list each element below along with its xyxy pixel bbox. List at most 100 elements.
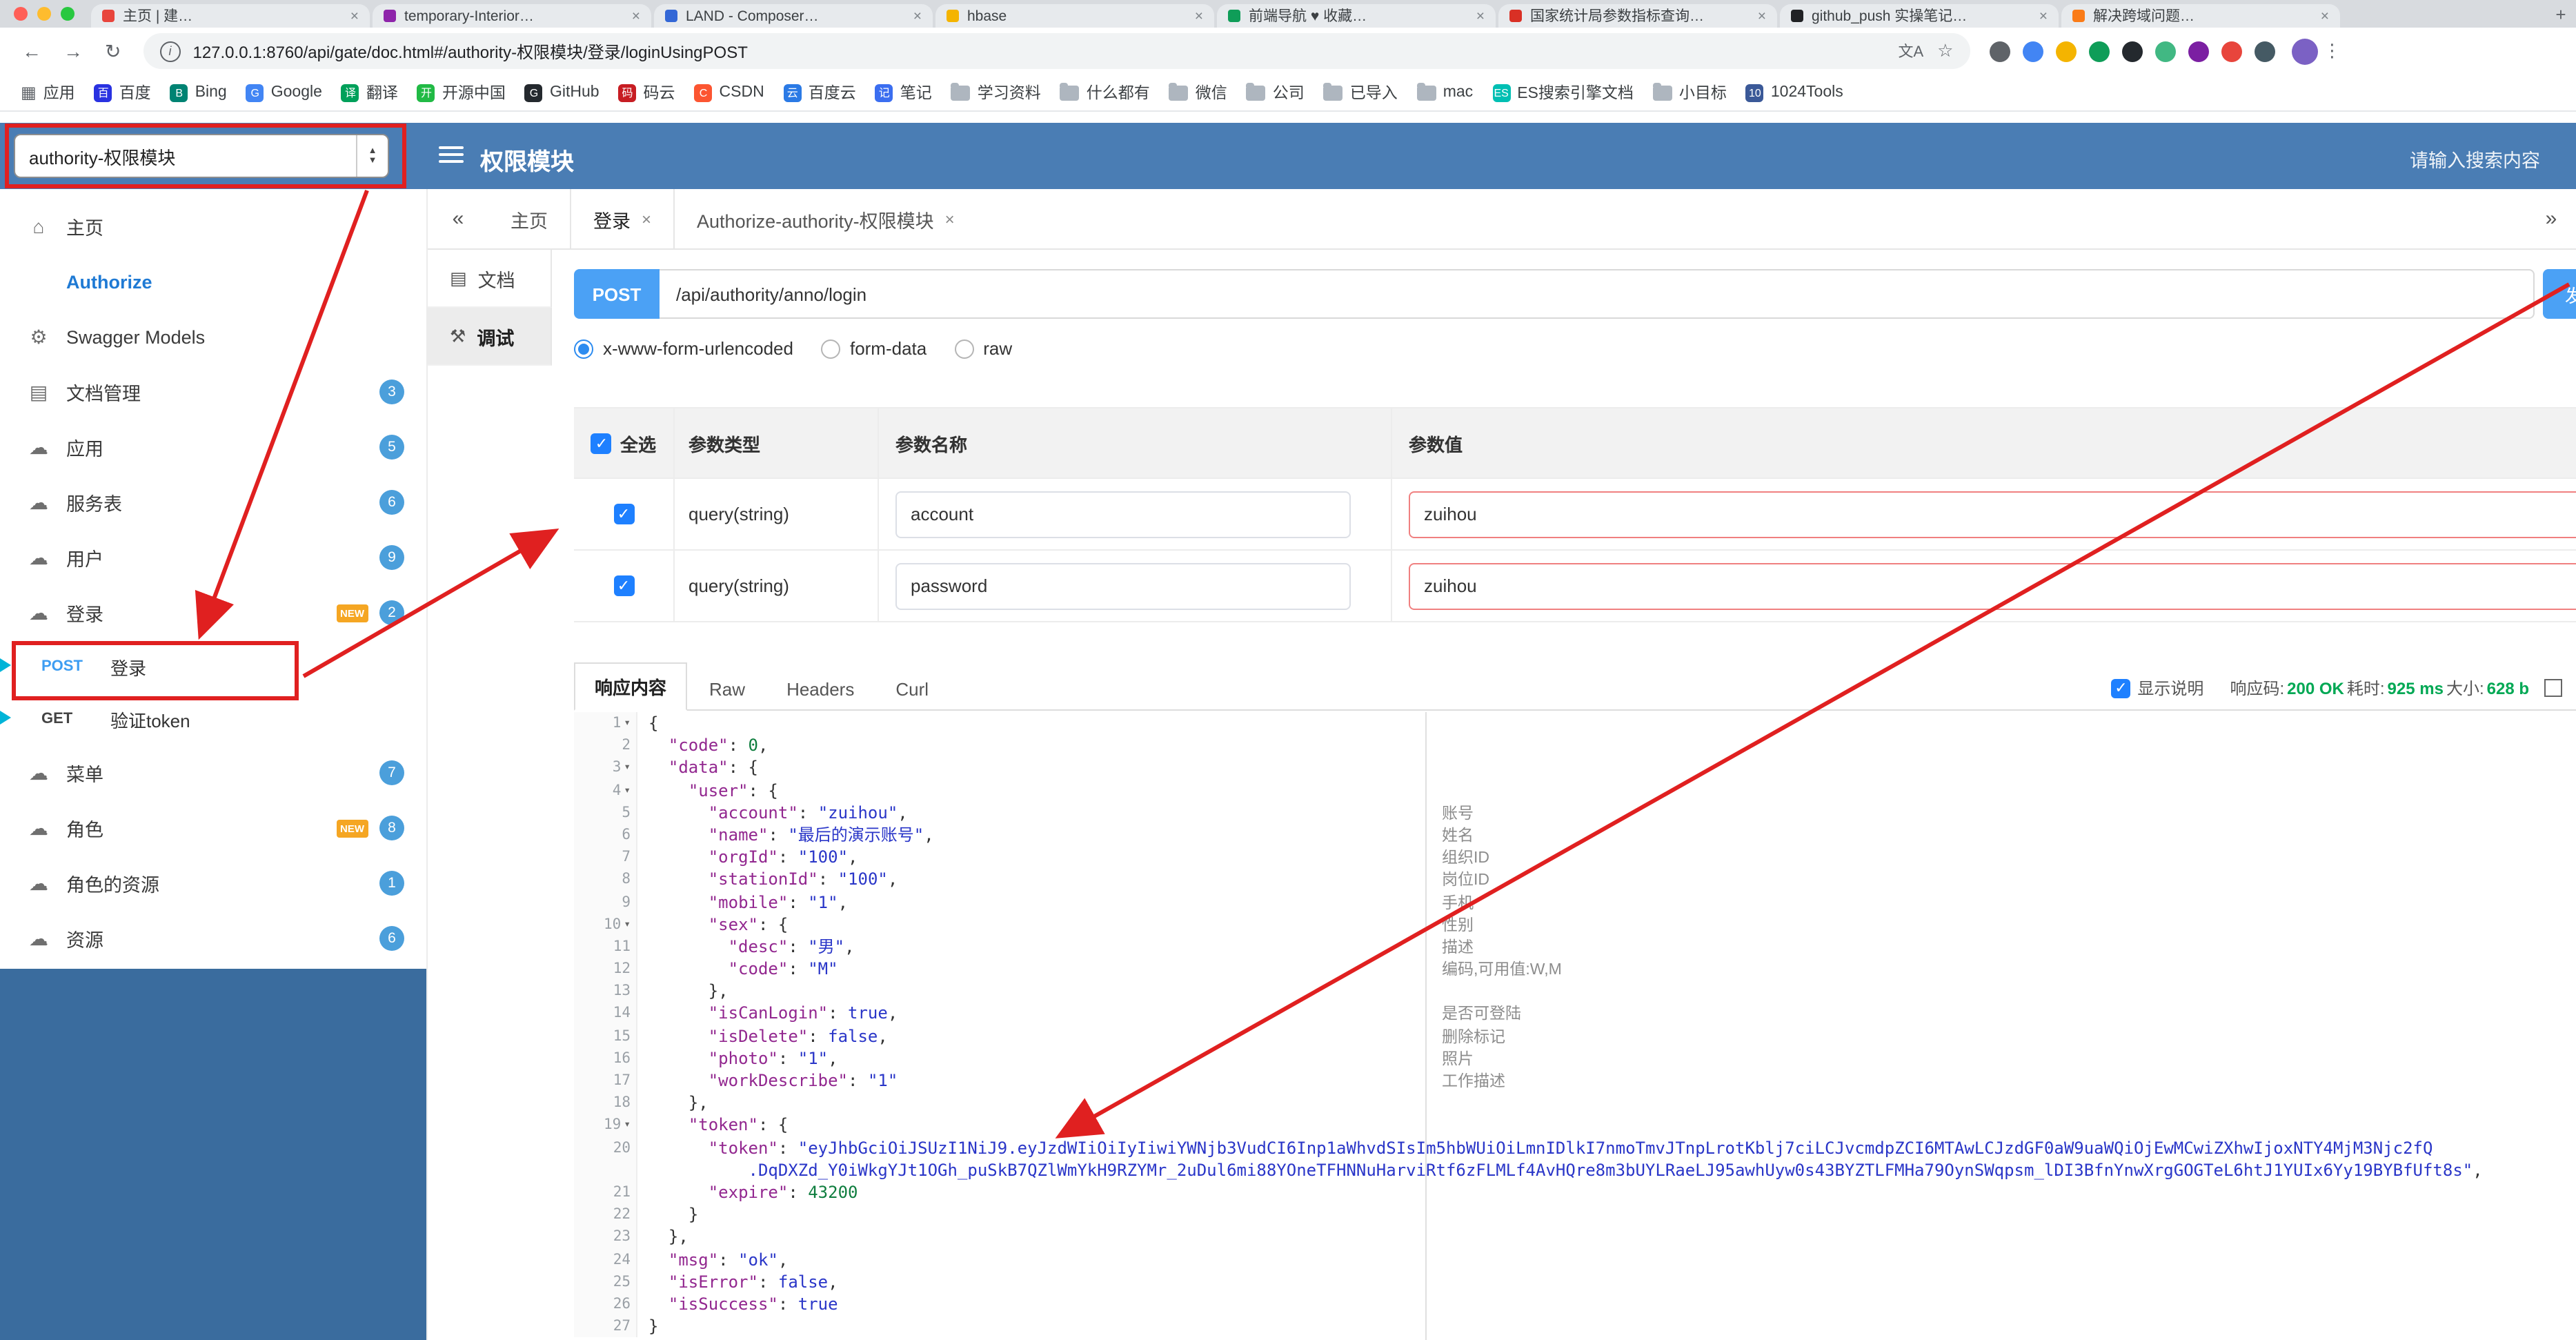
omnibox[interactable]: i 127.0.0.1:8760/api/gate/doc.html#/auth… [143, 33, 1970, 69]
bookmark-item[interactable]: 学习资料 [942, 77, 1051, 108]
sidebar-item-服务表[interactable]: ☁ 服务表 6 [0, 475, 426, 530]
tab-close-icon[interactable]: × [1758, 8, 1766, 24]
window-close-icon[interactable] [14, 7, 28, 21]
bookmark-item[interactable]: B Bing [161, 79, 237, 106]
tab-close-icon[interactable]: × [632, 8, 640, 24]
translate-icon[interactable]: 文A [1898, 40, 1923, 62]
bookmark-item[interactable]: 10 1024Tools [1736, 79, 1853, 106]
response-tab-Curl[interactable]: Curl [876, 669, 948, 709]
tab-close-icon[interactable]: × [2321, 8, 2329, 24]
content-type-option[interactable]: raw [954, 338, 1012, 359]
doc-tab-close-icon[interactable]: × [642, 209, 651, 228]
bookmark-star-icon[interactable]: ☆ [1937, 40, 1953, 62]
sidebar-item-Authorize[interactable]: Authorize [0, 254, 426, 309]
select-all-checkbox[interactable]: ✓ [591, 433, 612, 453]
tab-close-icon[interactable]: × [1195, 8, 1203, 24]
tab-close-icon[interactable]: × [2039, 8, 2048, 24]
fold-icon[interactable]: ▾ [624, 779, 631, 801]
radio-icon[interactable] [574, 339, 593, 358]
bookmark-item[interactable]: ▦ 应用 [11, 77, 85, 108]
browser-tab[interactable]: github_push 实操笔记… × [1780, 4, 2059, 28]
response-tab-Raw[interactable]: Raw [690, 669, 764, 709]
param-name-input[interactable]: account [895, 491, 1351, 538]
bookmark-item[interactable]: 云百度云 [774, 77, 866, 108]
forward-icon[interactable]: → [63, 39, 83, 63]
browser-menu-icon[interactable]: ⋮ [2323, 40, 2341, 62]
row-checkbox[interactable]: ✓ [613, 575, 634, 596]
reload-icon[interactable]: ↻ [105, 39, 121, 63]
window-minimize-icon[interactable] [37, 7, 51, 21]
sidebar-item-用户[interactable]: ☁ 用户 9 [0, 530, 426, 585]
chrome-icon[interactable] [2022, 41, 2043, 61]
bookmark-item[interactable]: 公司 [1237, 77, 1314, 108]
menu-toggle-icon[interactable] [439, 146, 464, 163]
octotree-extension-icon[interactable] [2121, 41, 2143, 61]
browser-tab[interactable]: 国家统计局参数指标查询… × [1498, 4, 1777, 28]
bookmark-item[interactable]: mac [1407, 80, 1483, 105]
collapse-sidebar-icon[interactable]: « [428, 207, 488, 230]
bookmark-item[interactable]: ES ES搜索引擎文档 [1483, 77, 1643, 108]
response-tab-Headers[interactable]: Headers [767, 669, 873, 709]
sidebar-item-登录[interactable]: ☁ 登录 NEW 2 [0, 585, 426, 640]
bookmark-item[interactable]: 译翻译 [332, 77, 408, 108]
json-viewer-extension-icon[interactable] [2055, 41, 2077, 61]
radio-icon[interactable] [954, 339, 974, 358]
radio-icon[interactable] [820, 339, 840, 358]
bookmark-item[interactable]: G Google [237, 79, 332, 106]
fold-icon[interactable]: ▾ [624, 757, 631, 779]
vue-devtools-extension-icon[interactable] [2154, 41, 2176, 61]
content-type-option[interactable]: form-data [820, 338, 927, 359]
doc-tab-登录[interactable]: 登录 × [570, 189, 675, 248]
param-value-input[interactable]: zuihou [1409, 491, 2576, 538]
bookmark-item[interactable]: C CSDN [685, 79, 774, 106]
page-info-icon[interactable]: i [159, 41, 181, 61]
browser-tab[interactable]: 前端导航 ♥ 收藏… × [1217, 4, 1496, 28]
tab-close-icon[interactable]: × [913, 8, 922, 24]
bookmark-item[interactable]: 微信 [1160, 77, 1237, 108]
tab-close-icon[interactable]: × [350, 8, 359, 24]
browser-tab[interactable]: temporary-Interior… × [373, 4, 651, 28]
translate-extension-icon[interactable] [2088, 41, 2110, 61]
search-input[interactable]: 请输入搜索内容 [2410, 145, 2540, 173]
fold-icon[interactable]: ▾ [624, 1114, 631, 1136]
back-icon[interactable]: ← [22, 39, 41, 63]
sidebar-item-角色的资源[interactable]: ☁ 角色的资源 1 [0, 856, 426, 911]
browser-tab[interactable]: 解决跨域问题… × [2061, 4, 2340, 28]
content-type-option[interactable]: x-www-form-urlencoded [574, 338, 793, 359]
sidebar-item-角色[interactable]: ☁ 角色 NEW 8 [0, 800, 426, 856]
response-editor[interactable]: 1 ▾{2 "code": 0, 3 ▾ "data": {4 ▾ "user": {5… [574, 712, 2576, 1340]
bookmark-item[interactable]: G GitHub [515, 79, 609, 106]
window-zoom-icon[interactable] [61, 7, 75, 21]
doc-tab-close-icon[interactable]: × [945, 209, 955, 228]
doc-tab-主页[interactable]: 主页 [488, 189, 570, 248]
send-button[interactable]: 发送 [2543, 269, 2576, 319]
bookmark-item[interactable]: 小目标 [1643, 77, 1736, 108]
profile-avatar[interactable] [2291, 38, 2318, 64]
url-text[interactable]: 127.0.0.1:8760/api/gate/doc.html#/author… [192, 39, 1884, 63]
response-tab-响应内容[interactable]: 响应内容 [574, 662, 688, 711]
bookmark-item[interactable]: 什么都有 [1051, 77, 1160, 108]
new-tab-button[interactable]: + [2546, 4, 2576, 28]
param-value-input[interactable]: zuihou [1409, 562, 2576, 609]
tab-document[interactable]: ▤ 文档 [428, 250, 552, 308]
bookmark-item[interactable]: 已导入 [1314, 77, 1407, 108]
tab-debug[interactable]: ⚒ 调试 [428, 308, 552, 366]
sidebar-item-资源[interactable]: ☁ 资源 6 [0, 911, 426, 966]
expand-tabs-icon[interactable]: » [2526, 207, 2576, 230]
sidebar-item-文档管理[interactable]: ▤ 文档管理 3 [0, 364, 426, 420]
tab-close-icon[interactable]: × [1476, 8, 1485, 24]
bookmark-item[interactable]: 百百度 [85, 77, 161, 108]
bookmark-item[interactable]: 记笔记 [866, 77, 942, 108]
screenshot-extension-icon[interactable] [1989, 41, 2010, 61]
module-select[interactable]: authority-权限模块 ▲ ▼ [14, 134, 389, 178]
doc-tab-Authorize-authority-权限模块[interactable]: Authorize-authority-权限模块 × [675, 189, 977, 248]
show-description-checkbox[interactable]: ✓ [2111, 678, 2131, 698]
row-checkbox[interactable]: ✓ [613, 504, 634, 524]
sidebar-item-Swagger Models[interactable]: ⚙ Swagger Models [0, 309, 426, 364]
fold-icon[interactable]: ▾ [624, 913, 631, 935]
fullscreen-icon[interactable] [2544, 679, 2562, 697]
param-name-input[interactable]: password [895, 562, 1351, 609]
sidebar-item-应用[interactable]: ☁ 应用 5 [0, 420, 426, 475]
sidebar-item-主页[interactable]: ⌂ 主页 [0, 199, 426, 254]
endpoint-path[interactable]: /api/authority/anno/login [660, 269, 2535, 319]
